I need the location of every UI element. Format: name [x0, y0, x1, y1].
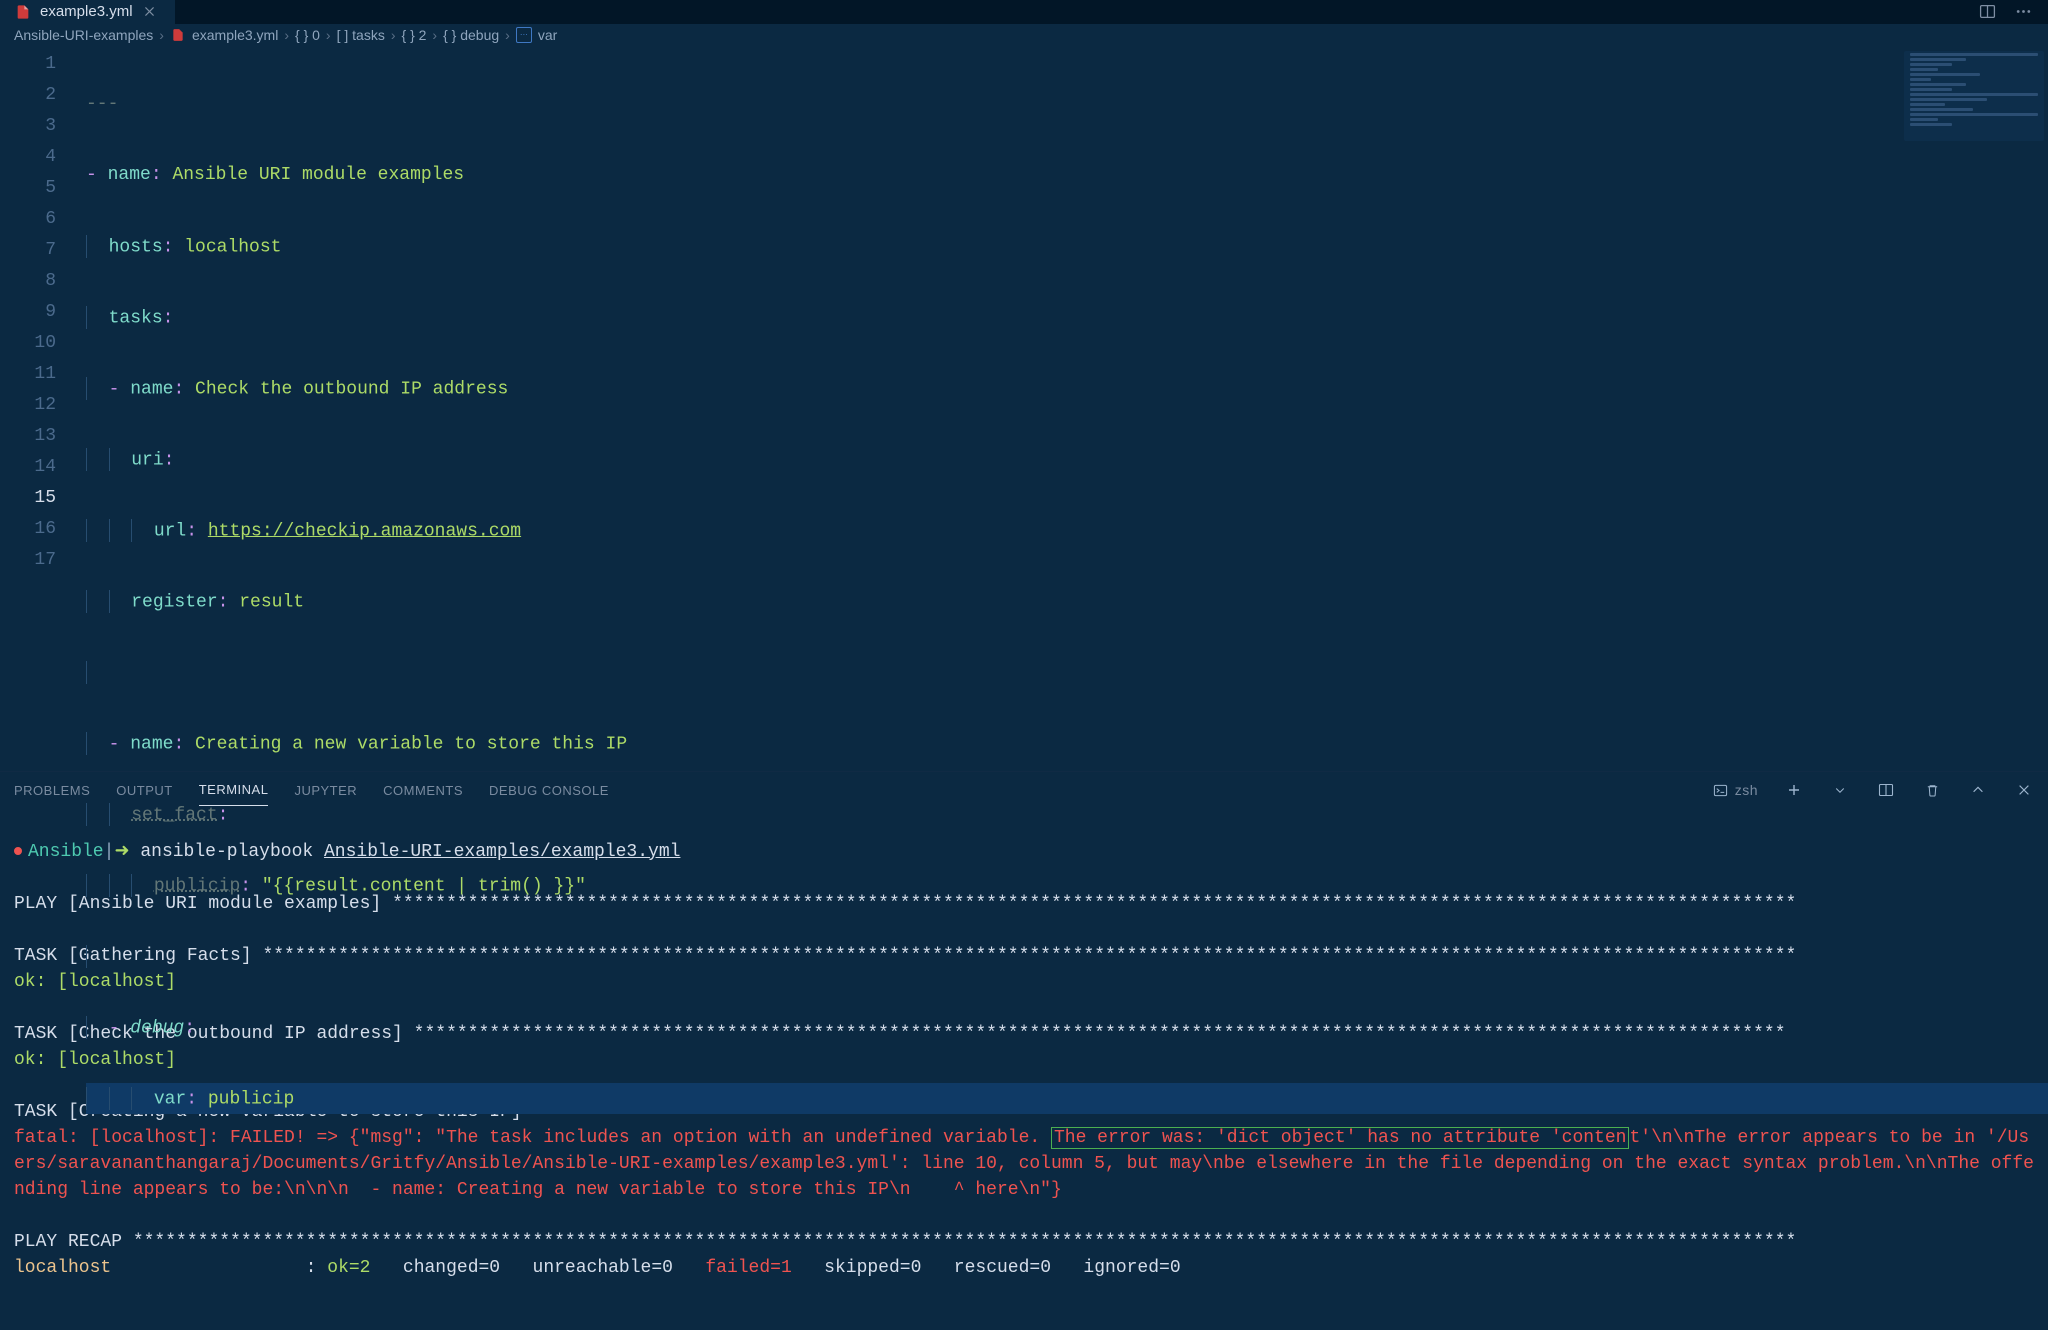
breadcrumb-segment[interactable]: var	[538, 27, 557, 43]
editor[interactable]: 1234567891011121314151617 --- - name: An…	[0, 45, 2048, 771]
chevron-right-icon: ›	[391, 27, 396, 43]
close-icon[interactable]	[141, 3, 159, 21]
breadcrumb-segment[interactable]: { } debug	[443, 27, 499, 43]
yaml-file-icon	[170, 27, 186, 43]
editor-actions-group	[1976, 0, 2048, 24]
string-symbol-icon: ⋯	[516, 27, 532, 43]
editor-tab[interactable]: example3.yml	[0, 0, 175, 24]
line-number-gutter: 1234567891011121314151617	[0, 45, 86, 771]
status-dot-icon	[14, 847, 22, 855]
chevron-right-icon: ›	[159, 27, 164, 43]
chevron-right-icon: ›	[505, 27, 510, 43]
breadcrumb-segment[interactable]: { } 0	[295, 27, 320, 43]
chevron-right-icon: ›	[326, 27, 331, 43]
tab-bar: example3.yml	[0, 0, 2048, 25]
tab-problems[interactable]: PROBLEMS	[14, 775, 90, 806]
chevron-right-icon: ›	[284, 27, 289, 43]
breadcrumb-segment[interactable]: [ ] tasks	[337, 27, 385, 43]
breadcrumb-segment[interactable]: { } 2	[402, 27, 427, 43]
breadcrumb-segment[interactable]: example3.yml	[192, 27, 278, 43]
chevron-right-icon: ›	[432, 27, 437, 43]
tab-filename: example3.yml	[40, 3, 133, 20]
code-area[interactable]: --- - name: Ansible URI module examples …	[86, 45, 2048, 771]
breadcrumb[interactable]: Ansible-URI-examples › example3.yml › { …	[0, 25, 2048, 45]
code-text: ---	[86, 94, 118, 114]
breadcrumb-segment[interactable]: Ansible-URI-examples	[14, 27, 153, 43]
minimap[interactable]	[1904, 51, 2044, 141]
split-editor-icon[interactable]	[1976, 1, 1998, 23]
more-actions-icon[interactable]	[2012, 1, 2034, 23]
yaml-file-icon	[14, 3, 32, 21]
